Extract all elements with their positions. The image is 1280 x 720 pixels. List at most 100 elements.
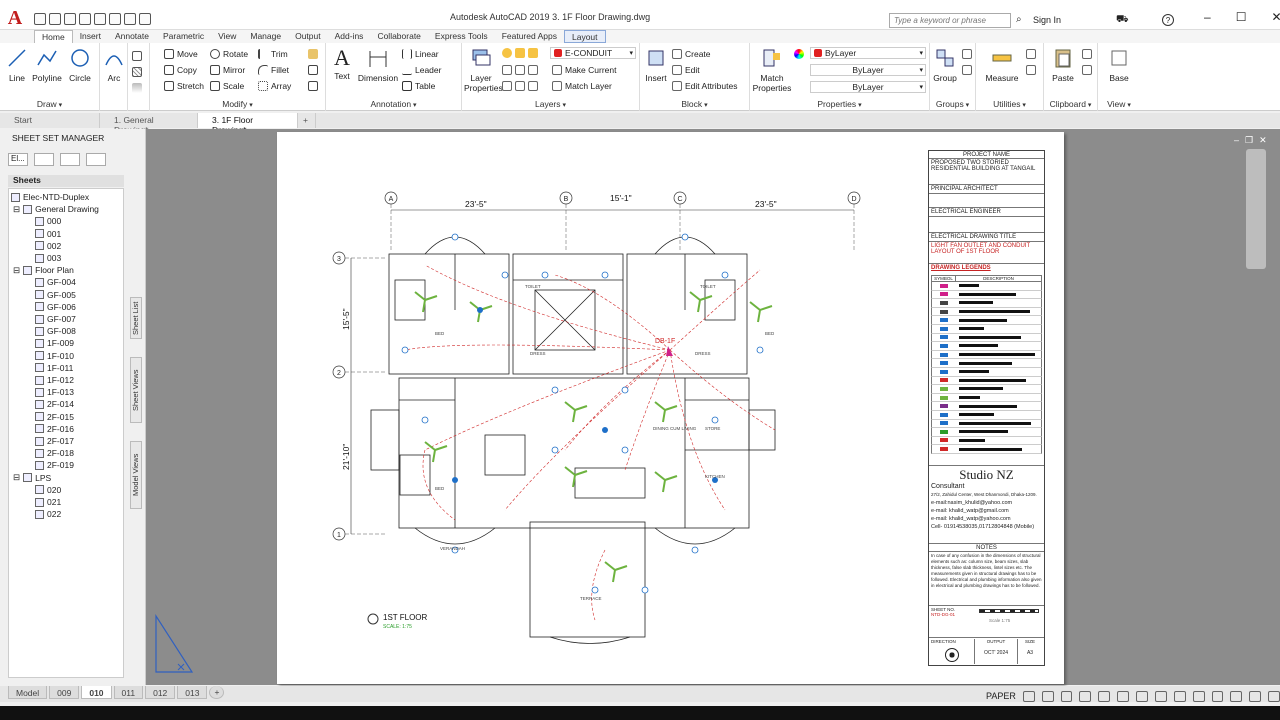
match-layer-button[interactable]: Match Layer: [552, 81, 612, 91]
annotation-scale-icon[interactable]: [1173, 690, 1186, 702]
application-menu-button[interactable]: A: [2, 6, 28, 30]
tree-sheet-item[interactable]: 2F-014: [35, 398, 74, 410]
tree-sheet-item[interactable]: 2F-019: [35, 459, 74, 471]
tree-sheet-item[interactable]: 1F-011: [35, 362, 73, 374]
group-edit-icon[interactable]: [962, 65, 972, 75]
new-tab-button[interactable]: +: [298, 113, 316, 128]
tree-sheet-item[interactable]: 2F-015: [35, 411, 74, 423]
layout-tab-012[interactable]: 012: [145, 686, 176, 699]
paper-space-toggle[interactable]: PAPER: [986, 691, 1016, 701]
clipboard-panel-title[interactable]: Clipboard: [1044, 99, 1097, 109]
color-dropdown[interactable]: ByLayer: [810, 47, 926, 59]
lock-icon[interactable]: [528, 48, 538, 58]
tree-sheet-item[interactable]: GF-005: [35, 289, 76, 301]
linetype-dropdown[interactable]: ByLayer: [810, 64, 926, 76]
tree-sheet-item[interactable]: 003: [35, 252, 61, 264]
layout-tab-009[interactable]: 009: [49, 686, 80, 699]
viewport-close-icon[interactable]: ✕: [1259, 135, 1267, 146]
arc-button[interactable]: Arc: [102, 47, 126, 83]
tree-sheet-item[interactable]: 000: [35, 215, 61, 227]
tree-sheet-item[interactable]: 2F-017: [35, 435, 74, 447]
cart-icon[interactable]: ⛟: [1116, 14, 1129, 27]
tab-express-tools[interactable]: Express Tools: [428, 30, 495, 43]
tree-collapse-icon[interactable]: ⊟: [13, 472, 20, 483]
binoculars-icon[interactable]: ⌕: [1016, 14, 1022, 25]
leader-button[interactable]: Leader: [402, 65, 441, 75]
draw-panel-title[interactable]: Draw: [0, 99, 99, 109]
saveas-icon[interactable]: [79, 13, 91, 25]
tree-collapse-icon[interactable]: ⊟: [13, 265, 20, 276]
hatch-icon[interactable]: [132, 67, 142, 77]
tab-layout[interactable]: Layout: [563, 30, 606, 43]
tree-sheet-item[interactable]: GF-004: [35, 276, 76, 288]
layer-unisolate-icon[interactable]: [515, 65, 525, 75]
tree-sheet-item[interactable]: 001: [35, 228, 61, 240]
tab-output[interactable]: Output: [288, 30, 328, 43]
polyline-button[interactable]: Polyline: [30, 47, 64, 83]
view-panel-title[interactable]: View: [1098, 99, 1140, 109]
new-icon[interactable]: [34, 13, 46, 25]
tab-collaborate[interactable]: Collaborate: [370, 30, 427, 43]
fullscreen-icon[interactable]: [1249, 690, 1262, 702]
calculator-icon[interactable]: [1026, 65, 1036, 75]
viewport-restore-icon[interactable]: ❐: [1245, 135, 1253, 146]
polar-icon[interactable]: [1079, 690, 1092, 702]
base-button[interactable]: Base: [1104, 47, 1134, 83]
layer-properties-button[interactable]: Layer Properties: [464, 47, 503, 93]
tree-sheet-item[interactable]: 1F-010: [35, 350, 74, 362]
match-properties-button[interactable]: Match Properties: [752, 47, 792, 93]
tree-sheet-item[interactable]: 1F-013: [35, 386, 74, 398]
search-input[interactable]: Type a keyword or phrase: [889, 13, 1011, 28]
viewport-minimize-icon[interactable]: –: [1234, 135, 1239, 146]
maximize-icon[interactable]: ☐: [1236, 10, 1247, 24]
tree-sheet-item[interactable]: 2F-018: [35, 447, 74, 459]
stretch-button[interactable]: Stretch: [164, 81, 204, 91]
layer-dropdown[interactable]: E-CONDUIT: [550, 47, 636, 59]
plot-icon[interactable]: [59, 153, 80, 166]
help-button[interactable]: ?: [1162, 14, 1174, 26]
ortho-icon[interactable]: [1060, 690, 1073, 702]
grid-icon[interactable]: [1022, 690, 1035, 702]
lineweight-icon[interactable]: [1117, 690, 1130, 702]
dimension-button[interactable]: Dimension: [356, 47, 400, 83]
tree-sheet-item[interactable]: GF-006: [35, 301, 76, 313]
line-button[interactable]: Line: [5, 47, 29, 83]
layer-off-icon[interactable]: [528, 65, 538, 75]
modify-panel-title[interactable]: Modify: [150, 99, 325, 109]
array-button[interactable]: Array: [258, 81, 291, 91]
transparency-icon[interactable]: [1136, 690, 1148, 702]
model-views-tab[interactable]: Model Views: [130, 441, 142, 509]
layout-tab-011[interactable]: 011: [113, 686, 144, 699]
layout-tab-010[interactable]: 010: [81, 686, 112, 699]
layer-isolate-icon[interactable]: [502, 65, 512, 75]
selection-cycling-icon[interactable]: [1154, 690, 1167, 702]
isolate-icon[interactable]: [1230, 690, 1243, 702]
tab-insert[interactable]: Insert: [73, 30, 108, 43]
sun-icon[interactable]: [515, 48, 525, 58]
tree-root[interactable]: Elec-NTD-Duplex: [11, 191, 89, 203]
layer-freeze-icon[interactable]: [502, 81, 512, 91]
tree-sheet-item[interactable]: 002: [35, 240, 61, 252]
tab-featured-apps[interactable]: Featured Apps: [495, 30, 564, 43]
insert-button[interactable]: Insert: [642, 47, 670, 83]
properties-panel-title[interactable]: Properties: [750, 99, 929, 109]
edit-attributes-button[interactable]: Edit Attributes: [672, 81, 737, 91]
erase-icon[interactable]: [308, 49, 318, 59]
rotate-button[interactable]: Rotate: [210, 49, 248, 59]
tab-manage[interactable]: Manage: [243, 30, 288, 43]
tree-sheet-item[interactable]: GF-008: [35, 325, 76, 337]
navigation-bar[interactable]: [1246, 149, 1266, 269]
workspace-gear-icon[interactable]: [1192, 690, 1205, 702]
measure-button[interactable]: Measure: [982, 47, 1022, 83]
lineweight-dropdown[interactable]: ByLayer: [810, 81, 926, 93]
tab-annotate[interactable]: Annotate: [108, 30, 156, 43]
trim-button[interactable]: Trim: [258, 49, 288, 59]
doc-tab-1f-floor[interactable]: 3. 1F Floor Drawing*: [198, 113, 298, 135]
color-wheel-icon[interactable]: [794, 49, 804, 59]
open-icon[interactable]: [49, 13, 61, 25]
publish-icon[interactable]: [33, 153, 54, 166]
offset-icon[interactable]: [308, 81, 318, 91]
snap-icon[interactable]: [1041, 690, 1054, 702]
save-icon[interactable]: [64, 13, 76, 25]
osnap-icon[interactable]: [1098, 690, 1111, 702]
